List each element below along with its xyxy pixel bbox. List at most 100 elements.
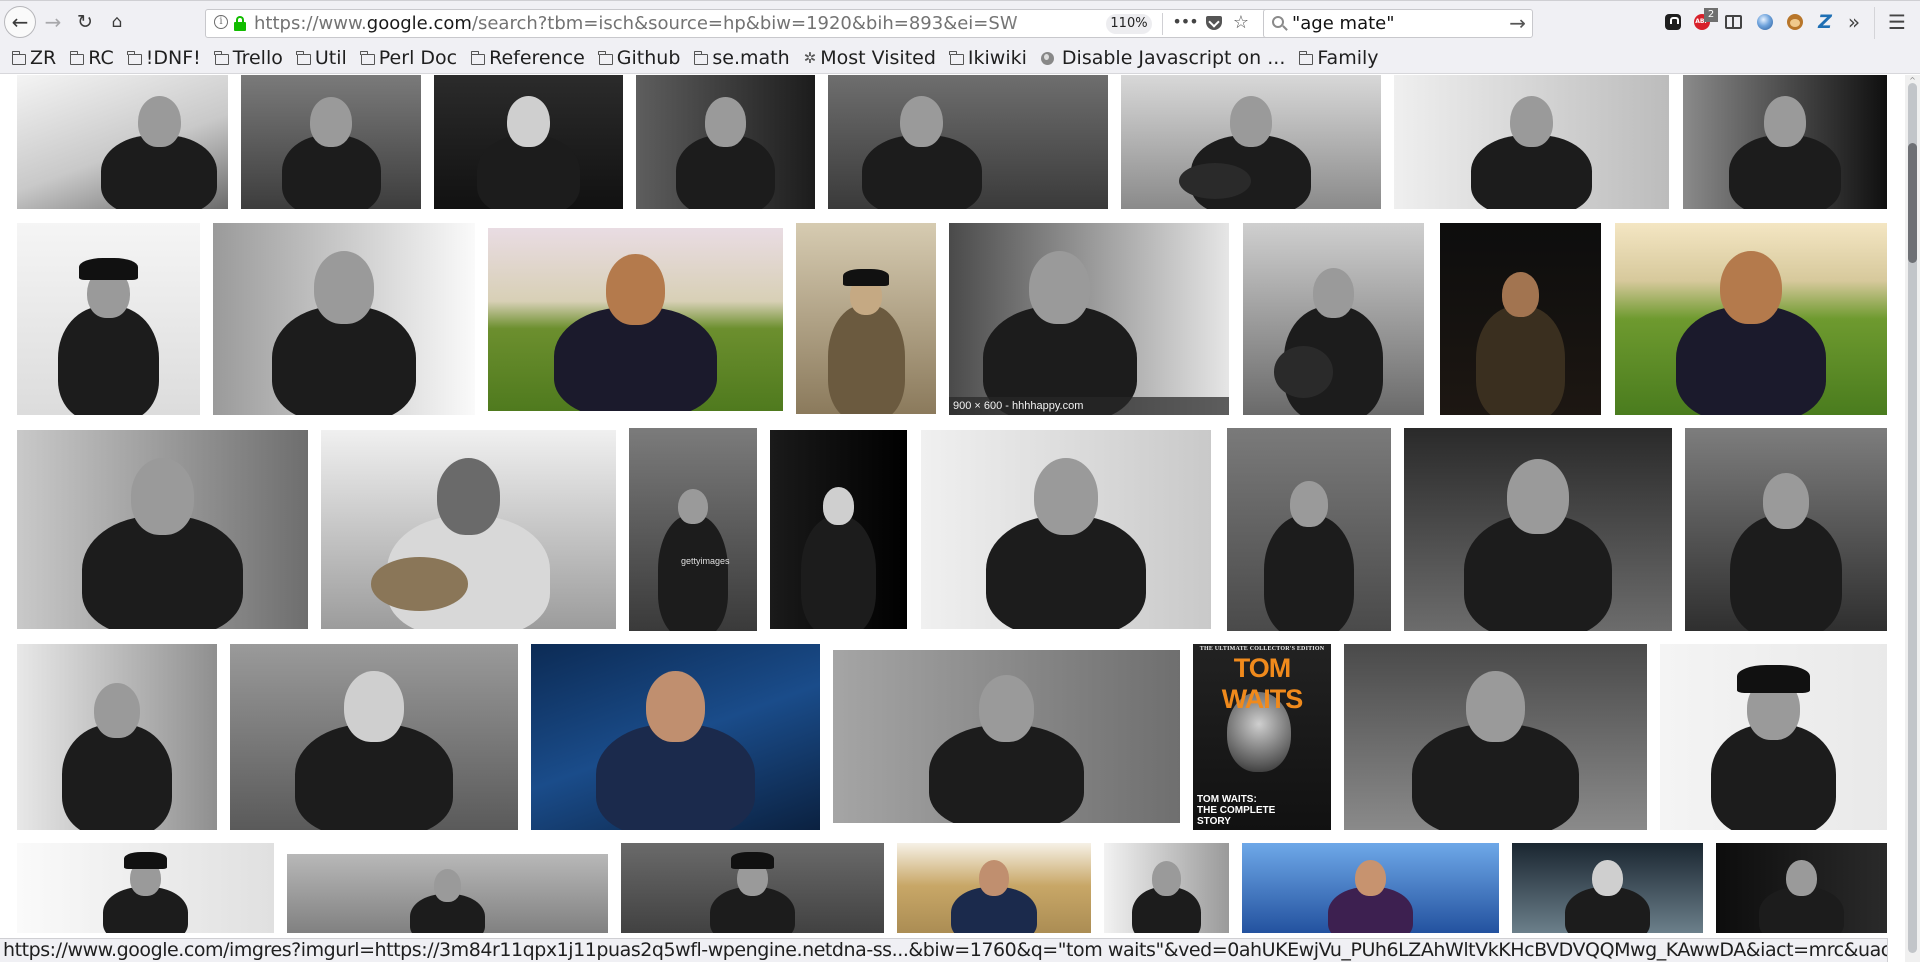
image-result-thumbnail[interactable] bbox=[1685, 428, 1887, 631]
photo-subject-head bbox=[1028, 250, 1091, 325]
bookmark-folder-github[interactable]: Github bbox=[598, 45, 680, 71]
image-result-thumbnail[interactable] bbox=[287, 854, 608, 933]
status-bar-link-preview: https://www.google.com/imgres?imgurl=htt… bbox=[0, 938, 1888, 962]
bookmark-folder-zr[interactable]: ZR bbox=[11, 45, 56, 71]
bookmark-folder-family[interactable]: Family bbox=[1298, 45, 1379, 71]
scrollbar-thumb[interactable] bbox=[1908, 143, 1917, 263]
zotero-icon[interactable]: Z bbox=[1814, 11, 1836, 33]
zoom-level-badge[interactable]: 110% bbox=[1106, 14, 1152, 34]
image-result-thumbnail[interactable] bbox=[1716, 843, 1887, 933]
url-text[interactable]: https://www.google.com/search?tbm=isch&s… bbox=[254, 13, 1074, 35]
image-result-thumbnail[interactable] bbox=[1344, 644, 1647, 830]
bookmark-folder-util[interactable]: Util bbox=[296, 45, 347, 71]
image-result-thumbnail[interactable] bbox=[828, 75, 1108, 209]
image-result-thumbnail[interactable] bbox=[897, 843, 1091, 933]
photo-subject-head bbox=[1510, 96, 1553, 148]
image-result-thumbnail[interactable] bbox=[1440, 223, 1601, 415]
image-result-thumbnail[interactable] bbox=[17, 223, 200, 415]
magazine-title: TOM WAITS bbox=[1221, 653, 1304, 714]
image-result-thumbnail[interactable] bbox=[1104, 843, 1229, 933]
search-input[interactable] bbox=[1292, 12, 1492, 35]
image-result-thumbnail[interactable] bbox=[636, 75, 815, 209]
image-result-thumbnail[interactable] bbox=[770, 430, 907, 629]
photo-subject-hat bbox=[78, 257, 139, 281]
bookmark-folder-dnf[interactable]: !DNF! bbox=[127, 45, 201, 71]
bookmark-folder-ikiwiki[interactable]: Ikiwiki bbox=[949, 45, 1027, 71]
photo-subject-head bbox=[1763, 96, 1807, 148]
image-result-thumbnail[interactable]: gettyimages bbox=[629, 428, 757, 631]
image-result-thumbnail[interactable] bbox=[1512, 843, 1703, 933]
urlbar-divider bbox=[1162, 13, 1163, 35]
photo-subject bbox=[657, 515, 729, 631]
image-result-thumbnail[interactable] bbox=[1683, 75, 1887, 209]
pocket-icon[interactable] bbox=[1206, 16, 1222, 30]
image-result-thumbnail[interactable] bbox=[488, 228, 783, 411]
magazine-top-line: THE ULTIMATE COLLECTOR'S EDITION bbox=[1199, 646, 1325, 652]
bookmark-folder-perl-doc[interactable]: Perl Doc bbox=[360, 45, 457, 71]
photo-subject-head bbox=[130, 458, 195, 535]
bookmark-star-icon[interactable]: ☆ bbox=[1230, 11, 1252, 35]
image-result-thumbnail[interactable] bbox=[17, 430, 308, 629]
page-actions-menu-button[interactable]: ••• bbox=[1172, 11, 1198, 35]
image-result-thumbnail[interactable] bbox=[241, 75, 421, 209]
image-results-grid: 900 × 600 - hhhhappy.com gettyimages THE U… bbox=[0, 75, 1905, 933]
bookmark-most-visited[interactable]: ✲ Most Visited bbox=[804, 45, 936, 71]
image-result-thumbnail[interactable] bbox=[17, 644, 217, 830]
hamburger-menu-icon[interactable]: ☰ bbox=[1884, 9, 1910, 35]
image-result-thumbnail[interactable]: THE ULTIMATE COLLECTOR'S EDITION TOM WAIT… bbox=[1193, 644, 1331, 830]
image-result-thumbnail[interactable] bbox=[17, 843, 274, 933]
secure-lock-icon[interactable] bbox=[234, 16, 246, 31]
image-result-thumbnail[interactable] bbox=[434, 75, 623, 209]
photo-subject-head bbox=[1592, 859, 1623, 897]
home-icon: ⌂ bbox=[111, 12, 123, 32]
image-result-thumbnail[interactable] bbox=[213, 223, 475, 415]
search-go-arrow-icon[interactable]: → bbox=[1509, 11, 1526, 35]
image-result-thumbnail[interactable] bbox=[1660, 644, 1887, 830]
image-result-thumbnail[interactable] bbox=[796, 223, 936, 414]
bookmarks-bar: ZR RC !DNF! Trello Util Perl Doc Referen… bbox=[0, 43, 1920, 74]
home-button[interactable]: ⌂ bbox=[106, 9, 128, 35]
image-result-thumbnail[interactable] bbox=[621, 843, 884, 933]
bookmark-folder-reference[interactable]: Reference bbox=[470, 45, 585, 71]
image-result-thumbnail[interactable] bbox=[1121, 75, 1381, 209]
globe-extension-icon[interactable] bbox=[1754, 11, 1776, 33]
image-result-thumbnail[interactable] bbox=[321, 430, 616, 629]
back-button[interactable]: ← bbox=[4, 6, 36, 38]
forward-button[interactable]: → bbox=[42, 9, 64, 35]
image-result-thumbnail[interactable] bbox=[1242, 843, 1499, 933]
bookmark-folder-se-math[interactable]: se.math bbox=[693, 45, 790, 71]
bookmark-label: Disable Javascript on ... bbox=[1061, 47, 1286, 69]
search-bar[interactable]: → bbox=[1263, 9, 1533, 38]
photo-subject-head bbox=[137, 96, 181, 148]
site-info-icon[interactable]: i bbox=[214, 15, 228, 29]
image-result-thumbnail[interactable] bbox=[1227, 428, 1391, 631]
image-result-thumbnail[interactable] bbox=[17, 75, 228, 209]
image-result-thumbnail[interactable] bbox=[230, 644, 518, 830]
bookmark-disable-javascript[interactable]: Disable Javascript on ... bbox=[1040, 45, 1286, 71]
bookmark-label: !DNF! bbox=[145, 47, 201, 69]
photo-subject-head bbox=[900, 96, 944, 148]
photo-subject bbox=[1476, 305, 1565, 415]
bookmark-label: Util bbox=[314, 47, 347, 69]
image-result-thumbnail[interactable] bbox=[1615, 223, 1887, 415]
bookmark-folder-rc[interactable]: RC bbox=[69, 45, 114, 71]
reader-view-icon[interactable] bbox=[1722, 11, 1744, 33]
folder-icon bbox=[949, 50, 964, 65]
photo-subject-head bbox=[436, 458, 501, 535]
folder-icon bbox=[69, 50, 85, 65]
image-result-thumbnail[interactable] bbox=[833, 650, 1180, 823]
image-result-thumbnail[interactable] bbox=[531, 644, 820, 830]
greasemonkey-icon[interactable] bbox=[1784, 11, 1806, 33]
image-result-thumbnail[interactable] bbox=[1404, 428, 1672, 631]
page-scrollbar[interactable]: ^ bbox=[1905, 75, 1920, 962]
image-result-thumbnail[interactable]: 900 × 600 - hhhhappy.com bbox=[949, 223, 1229, 415]
photo-subject bbox=[827, 305, 905, 414]
image-result-thumbnail[interactable] bbox=[1394, 75, 1669, 209]
overflow-chevron-icon[interactable]: » bbox=[1843, 9, 1865, 35]
image-result-thumbnail[interactable] bbox=[921, 430, 1211, 629]
image-result-thumbnail[interactable] bbox=[1243, 223, 1424, 415]
scroll-up-arrow-icon[interactable]: ^ bbox=[1908, 77, 1917, 85]
extension-lock-icon[interactable] bbox=[1662, 11, 1684, 33]
bookmark-folder-trello[interactable]: Trello bbox=[214, 45, 283, 71]
reload-button[interactable]: ↻ bbox=[74, 9, 96, 35]
